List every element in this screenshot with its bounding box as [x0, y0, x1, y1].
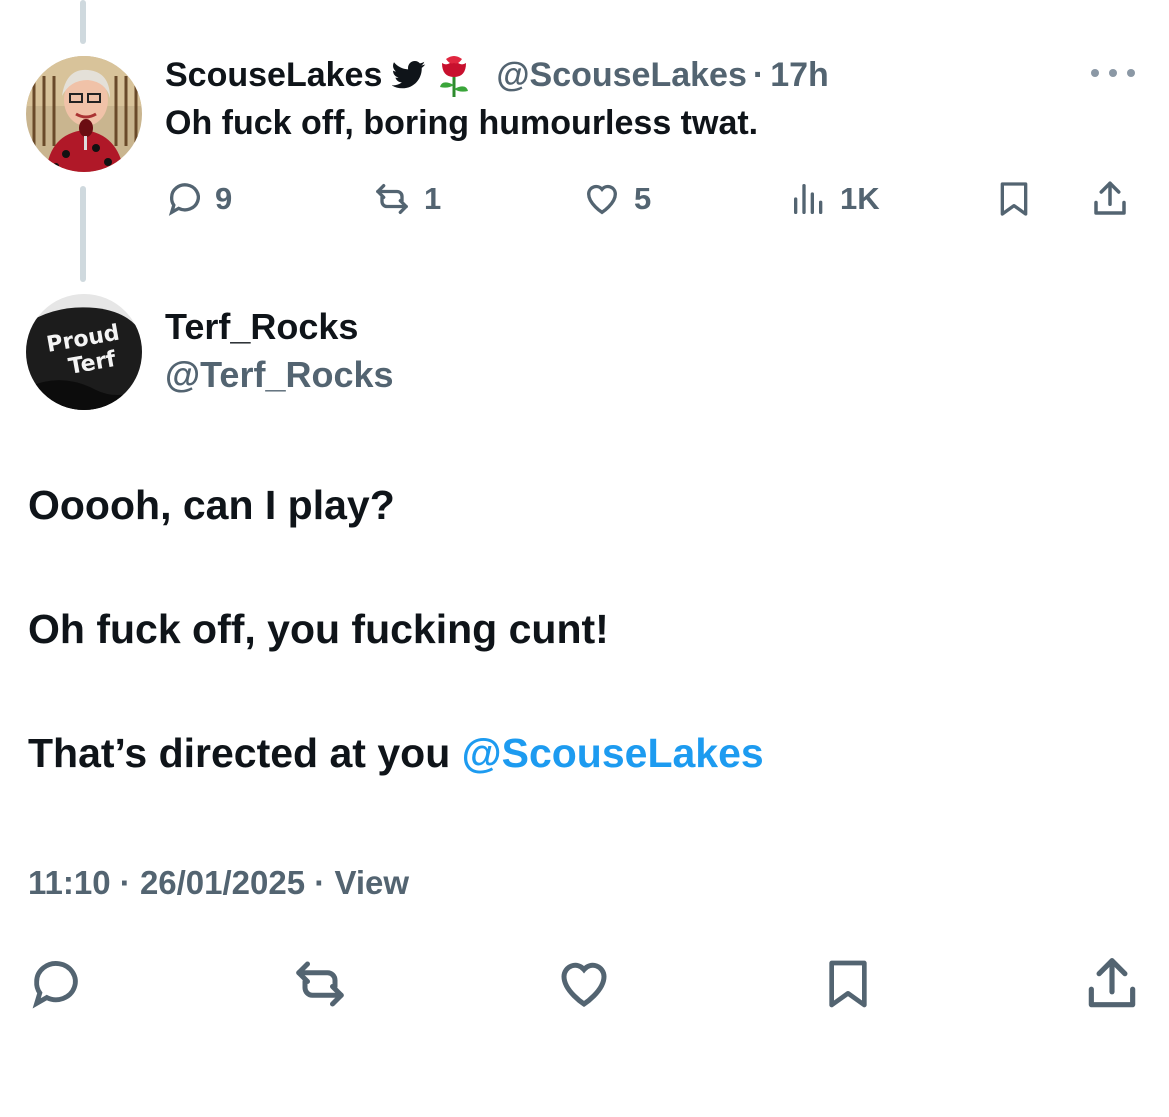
tweet-date[interactable]: 26/01/2025	[140, 864, 305, 901]
reply-action-like[interactable]: 5	[580, 176, 651, 222]
reply-text: Oh fuck off, boring humourless twat.	[165, 104, 759, 142]
reply-action-repost[interactable]: 1	[370, 176, 441, 222]
view-count: 1K	[840, 181, 880, 216]
reply-handle[interactable]: @ScouseLakes	[496, 56, 747, 95]
repost-count: 1	[424, 181, 442, 216]
mention-link[interactable]: @ScouseLakes	[462, 730, 764, 776]
reply-count: 9	[215, 181, 233, 216]
reply-display-name[interactable]: ScouseLakes	[165, 56, 382, 95]
reply-avatar[interactable]	[26, 56, 142, 172]
reply-button[interactable]	[24, 952, 88, 1016]
share-button[interactable]	[1080, 952, 1144, 1016]
share-icon	[1088, 958, 1136, 1008]
thread-line-top	[80, 0, 86, 44]
tweet-line-1: Ooooh, can I play?	[28, 482, 395, 528]
tweet-line-3-text: That’s directed at you	[28, 730, 462, 776]
repost-icon	[376, 184, 408, 214]
meta-separator-1: ·	[119, 864, 131, 901]
rose-emoji-icon	[434, 53, 474, 97]
repost-icon	[296, 961, 344, 1007]
repost-button[interactable]	[288, 952, 352, 1016]
reply-action-reply[interactable]: 9	[165, 176, 232, 222]
analytics-icon	[794, 184, 823, 214]
heart-icon	[586, 184, 618, 215]
share-icon	[1094, 181, 1126, 215]
tweet-line-3: That’s directed at you @ScouseLakes	[28, 730, 764, 777]
reply-action-bookmark[interactable]	[994, 176, 1034, 222]
reply-header: ScouseLakes @ScouseLakes · 17h	[165, 52, 829, 98]
tweet-time[interactable]: 11:10	[28, 864, 111, 901]
reply-action-views[interactable]: 1K	[788, 176, 880, 222]
reply-time[interactable]: 17h	[770, 56, 829, 95]
comment-icon	[168, 183, 200, 216]
bookmark-icon	[1000, 182, 1028, 216]
like-count: 5	[634, 181, 652, 216]
bird-icon	[392, 61, 426, 89]
tweet-meta: 11:10 · 26/01/2025 · View	[28, 864, 409, 902]
reply-separator: ·	[752, 55, 765, 94]
author-handle[interactable]: @Terf_Rocks	[165, 354, 394, 396]
author-display-name[interactable]: Terf_Rocks	[165, 306, 358, 348]
meta-separator-2: ·	[314, 864, 326, 901]
thread-line-bottom	[80, 186, 86, 282]
heart-icon	[561, 962, 607, 1007]
tweet-line-2: Oh fuck off, you fucking cunt!	[28, 606, 609, 652]
bookmark-button[interactable]	[816, 952, 880, 1016]
like-button[interactable]	[552, 952, 616, 1016]
more-options-icon[interactable]	[1091, 62, 1135, 84]
bookmark-icon	[829, 960, 867, 1008]
comment-icon	[32, 961, 78, 1009]
author-avatar[interactable]: Proud Terf	[26, 294, 142, 410]
view-link[interactable]: View	[334, 864, 409, 901]
reply-action-share[interactable]	[1088, 176, 1132, 222]
